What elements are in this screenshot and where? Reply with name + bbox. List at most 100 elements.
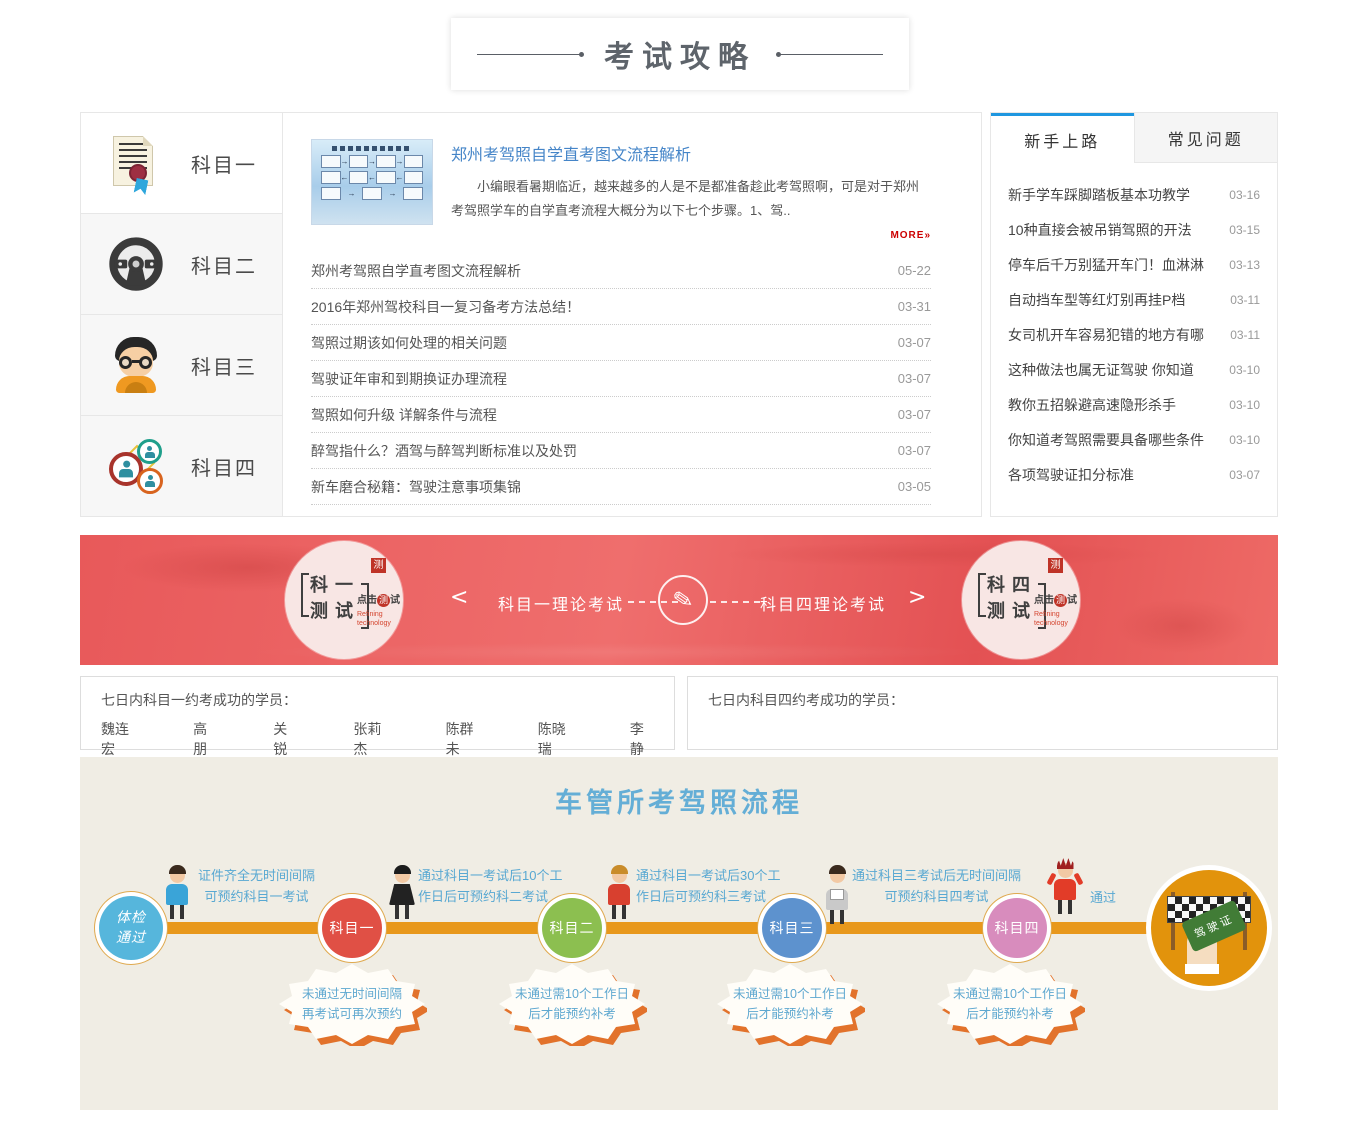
news-date: 03-10 bbox=[1229, 363, 1260, 377]
news-row[interactable]: 这种做法也属无证驾驶 你知道 03-10 bbox=[1008, 352, 1260, 387]
badge-stamp: 测 bbox=[1048, 558, 1063, 573]
tab-newbie[interactable]: 新手上路 bbox=[991, 113, 1134, 163]
student-name: 高朋 bbox=[193, 719, 217, 759]
success-box-title: 七日内科目四约考成功的学员： bbox=[708, 690, 1257, 710]
sidebar-item-label: 科目四 bbox=[191, 452, 257, 481]
news-row[interactable]: 新手学车踩脚踏板基本功教学03-16 bbox=[1008, 177, 1260, 212]
featured-title-link[interactable]: 郑州考驾照自学直考图文流程解析 bbox=[451, 141, 931, 165]
news-row[interactable]: 各项驾驶证扣分标准03-07 bbox=[1008, 457, 1260, 492]
subject4-test-badge[interactable]: 科四 测试 测 点击测试 Refiningtechnology bbox=[962, 541, 1080, 659]
news-row[interactable]: 你知道考驾照需要具备哪些条件03-10 bbox=[1008, 422, 1260, 457]
news-title: 这种做法也属无证驾驶 你知道 bbox=[1008, 360, 1194, 380]
article-row[interactable]: 驾照如何升级 详解条件与流程03-07 bbox=[311, 397, 931, 433]
retry-bubble-subject4: 未通过需10个工作日后才能预约补考 bbox=[935, 962, 1085, 1046]
section-header: 考试攻略 bbox=[0, 18, 1360, 90]
sidebar-item-subject1[interactable]: 科目一 bbox=[81, 113, 282, 213]
subject4-success-box: 七日内科目四约考成功的学员： bbox=[687, 676, 1278, 750]
steering-wheel-icon bbox=[107, 235, 165, 293]
people-network-icon bbox=[107, 437, 165, 495]
article-date: 03-31 bbox=[898, 299, 931, 314]
subject1-test-badge[interactable]: 科一 测试 测 点击测试 Refiningtechnology bbox=[285, 541, 403, 659]
flow-note-2: 通过科目一考试后10个工作日后可预约科二考试 bbox=[418, 865, 562, 907]
badge-click-text: 点击测试 bbox=[357, 591, 403, 607]
article-row[interactable]: 2016年郑州驾校科目一复习备考方法总结！03-31 bbox=[311, 289, 931, 325]
flow-note-pass: 通过 bbox=[1090, 887, 1116, 908]
news-title: 自动挡车型等红灯别再挂P档 bbox=[1008, 290, 1185, 310]
student-name: 魏连宏 bbox=[101, 719, 137, 759]
subject1-success-box: 七日内科目一约考成功的学员： 魏连宏 高朋 关锐 张莉杰 陈群未 陈晓瑞 李静 bbox=[80, 676, 675, 750]
article-date: 03-07 bbox=[898, 335, 931, 350]
article-row[interactable]: 新车磨合秘籍：驾驶注意事项集锦 03-05 bbox=[311, 469, 931, 505]
article-title: 郑州考驾照自学直考图文流程解析 bbox=[311, 261, 521, 281]
tab-faq[interactable]: 常见问题 bbox=[1134, 113, 1278, 163]
person-red-icon bbox=[602, 868, 636, 923]
person-reading-icon bbox=[820, 868, 854, 923]
flow-note-4: 通过科目三考试后无时间间隔可预约科目四考试 bbox=[852, 865, 1021, 907]
news-title: 你知道考驾照需要具备哪些条件 bbox=[1008, 430, 1204, 450]
news-list: 新手学车踩脚踏板基本功教学03-16 10种直接会被吊销驾照的开法03-15 停… bbox=[991, 163, 1277, 492]
badge-stamp: 测 bbox=[371, 558, 386, 573]
news-row[interactable]: 女司机开车容易犯错的地方有哪 03-11 bbox=[1008, 317, 1260, 352]
article-date: 05-22 bbox=[898, 263, 931, 278]
student-name: 张莉杰 bbox=[353, 719, 389, 759]
student-name: 李静 bbox=[630, 719, 654, 759]
carousel-prev-arrow[interactable]: < bbox=[450, 587, 468, 609]
article-panel: →→→ ←←← →→ 郑州考驾照自学直考图文流程解析 小编眼看暑期临近，越来越多… bbox=[283, 113, 981, 516]
news-row[interactable]: 停车后千万别猛开车门！血淋淋03-13 bbox=[1008, 247, 1260, 282]
carousel-next-arrow[interactable]: > bbox=[908, 587, 926, 609]
article-list: 郑州考驾照自学直考图文流程解析 05-22 2016年郑州驾校科目一复习备考方法总… bbox=[311, 253, 931, 505]
news-title: 各项驾驶证扣分标准 bbox=[1008, 465, 1134, 485]
test-banner: 科一 测试 测 点击测试 Refiningtechnology < 科目一理论考… bbox=[80, 535, 1278, 665]
article-row[interactable]: 驾驶证年审和到期换证办理流程 03-07 bbox=[311, 361, 931, 397]
exam-strategy-page: 考试攻略 科目一 bbox=[0, 0, 1360, 1132]
article-date: 03-07 bbox=[898, 371, 931, 386]
featured-article: →→→ ←←← →→ 郑州考驾照自学直考图文流程解析 小编眼看暑期临近，越来越多… bbox=[311, 139, 931, 243]
subject4-exam-label: 科目四理论考试 bbox=[760, 591, 886, 615]
sidebar-item-subject4[interactable]: 科目四 bbox=[81, 415, 282, 516]
step-medical-check: 体检通过 bbox=[99, 896, 163, 960]
main-content-box: 科目一 科目二 bbox=[80, 112, 982, 517]
student-name: 关锐 bbox=[273, 719, 297, 759]
article-date: 03-05 bbox=[898, 479, 931, 494]
finish-license-circle: 驾驶证 bbox=[1151, 870, 1267, 986]
sidebar-item-subject2[interactable]: 科目二 bbox=[81, 213, 282, 314]
article-title: 驾驶证年审和到期换证办理流程 bbox=[311, 369, 507, 389]
subject-sidebar: 科目一 科目二 bbox=[81, 113, 283, 516]
news-date: 03-11 bbox=[1230, 328, 1260, 342]
news-row[interactable]: 10种直接会被吊销驾照的开法03-15 bbox=[1008, 212, 1260, 247]
news-title: 女司机开车容易犯错的地方有哪 bbox=[1008, 325, 1204, 345]
article-date: 03-07 bbox=[898, 443, 931, 458]
article-row[interactable]: 醉驾指什么？酒驾与醉驾判断标准以及处罚 03-07 bbox=[311, 433, 931, 469]
article-title: 驾照过期该如何处理的相关问题 bbox=[311, 333, 507, 353]
more-link[interactable]: MORE» bbox=[890, 230, 931, 241]
article-title: 醉驾指什么？酒驾与醉驾判断标准以及处罚 bbox=[311, 441, 577, 461]
process-track-line bbox=[128, 922, 1228, 934]
news-date: 03-16 bbox=[1229, 188, 1260, 202]
news-row[interactable]: 自动挡车型等红灯别再挂P档 03-11 bbox=[1008, 282, 1260, 317]
sidebar-item-subject3[interactable]: 科目三 bbox=[81, 314, 282, 415]
article-row[interactable]: 驾照过期该如何处理的相关问题 03-07 bbox=[311, 325, 931, 361]
person-cheering-icon bbox=[1048, 863, 1082, 918]
person-blue-icon bbox=[160, 868, 194, 923]
sidebar-item-label: 科目二 bbox=[191, 250, 257, 279]
subject1-exam-label: 科目一理论考试 bbox=[498, 591, 624, 615]
badge-click-text: 点击测试 bbox=[1034, 591, 1080, 607]
news-panel: 新手上路 常见问题 新手学车踩脚踏板基本功教学03-16 10种直接会被吊销驾照… bbox=[990, 112, 1278, 517]
news-row[interactable]: 教你五招躲避高速隐形杀手03-10 bbox=[1008, 387, 1260, 422]
header-left-rule bbox=[477, 54, 582, 55]
retry-bubble-subject2: 未通过需10个工作日后才能预约补考 bbox=[497, 962, 647, 1046]
article-row[interactable]: 郑州考驾照自学直考图文流程解析 05-22 bbox=[311, 253, 931, 289]
badge-subtext: Refiningtechnology bbox=[357, 610, 403, 628]
article-title: 新车磨合秘籍：驾驶注意事项集锦 bbox=[311, 477, 521, 497]
badge-subtext: Refiningtechnology bbox=[1034, 610, 1080, 628]
article-date: 03-07 bbox=[898, 407, 931, 422]
sidebar-item-label: 科目一 bbox=[191, 149, 257, 178]
retry-bubble-subject3: 未通过需10个工作日后才能预约补考 bbox=[715, 962, 865, 1046]
page-title: 考试攻略 bbox=[604, 32, 756, 76]
featured-body: 郑州考驾照自学直考图文流程解析 小编眼看暑期临近，越来越多的人是不是都准备趁此考… bbox=[451, 139, 931, 243]
step-subject1: 科目一 bbox=[322, 898, 382, 958]
student-name: 陈晓瑞 bbox=[538, 719, 574, 759]
success-name-list: 魏连宏 高朋 关锐 张莉杰 陈群未 陈晓瑞 李静 bbox=[101, 719, 654, 759]
news-date: 03-11 bbox=[1230, 293, 1260, 307]
featured-thumbnail[interactable]: →→→ ←←← →→ bbox=[311, 139, 433, 225]
